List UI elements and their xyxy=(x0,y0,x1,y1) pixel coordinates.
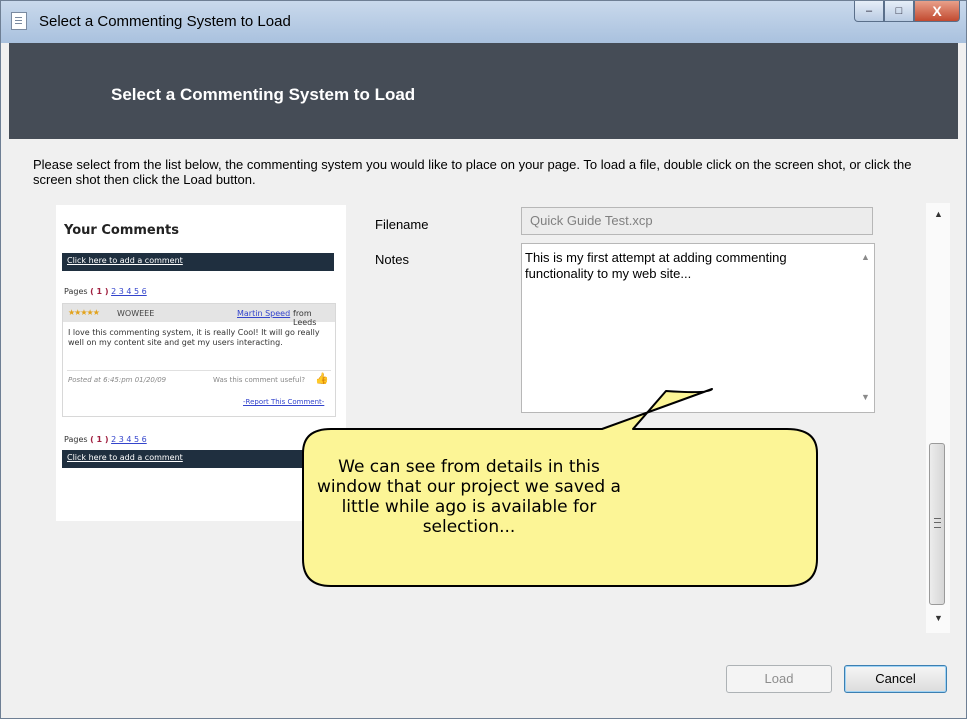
title-bar[interactable]: Select a Commenting System to Load – □ X xyxy=(1,1,966,43)
header-banner: Select a Commenting System to Load xyxy=(9,43,958,139)
dialog-window: Select a Commenting System to Load – □ X… xyxy=(0,0,967,719)
load-button[interactable]: Load xyxy=(726,665,832,693)
header-title: Select a Commenting System to Load xyxy=(111,85,416,104)
maximize-button[interactable]: □ xyxy=(884,1,914,22)
app-icon xyxy=(11,12,27,30)
window-controls: – □ X xyxy=(854,1,960,22)
cancel-button[interactable]: Cancel xyxy=(844,665,947,693)
dialog-content: Please select from the list below, the c… xyxy=(9,139,958,711)
callout-text: We can see from details in this window t… xyxy=(317,457,621,537)
callout-shape xyxy=(302,388,818,587)
close-button[interactable]: X xyxy=(914,1,960,22)
minimize-button[interactable]: – xyxy=(854,1,884,22)
window-title: Select a Commenting System to Load xyxy=(39,13,291,30)
